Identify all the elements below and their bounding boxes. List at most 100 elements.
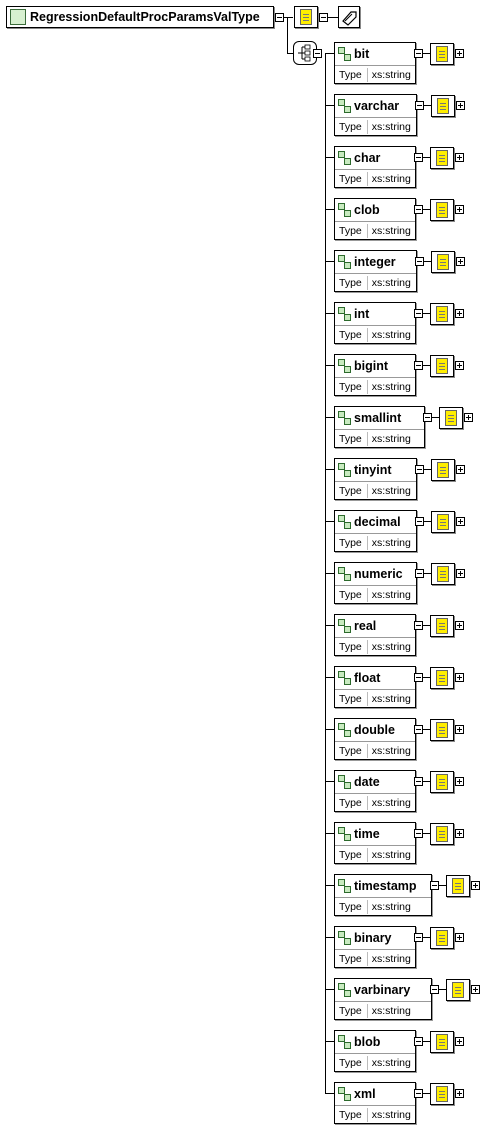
annotation-expand-toggle[interactable]	[455, 829, 464, 838]
annotation-expand-toggle[interactable]	[471, 881, 480, 890]
annotation-expand-toggle[interactable]	[455, 49, 464, 58]
element-box[interactable]: xml Type xs:string	[334, 1082, 416, 1124]
element-annotation-box[interactable]	[446, 875, 470, 897]
annotation-expand-toggle[interactable]	[455, 1089, 464, 1098]
element-annotation-box[interactable]	[430, 823, 454, 845]
annotation-icon	[436, 722, 448, 738]
root-collapse-toggle[interactable]	[275, 13, 284, 22]
element-annotation-box[interactable]	[446, 979, 470, 1001]
element-collapse-toggle[interactable]	[415, 465, 424, 474]
element-annotation-box[interactable]	[431, 563, 455, 585]
annotation-expand-toggle[interactable]	[456, 257, 465, 266]
annotation-expand-toggle[interactable]	[455, 1037, 464, 1046]
root-annotation-box[interactable]	[294, 6, 318, 28]
annotation-expand-toggle[interactable]	[455, 361, 464, 370]
element-annotation-box[interactable]	[430, 1083, 454, 1105]
root-type-box[interactable]: RegressionDefaultProcParamsValType	[6, 6, 274, 28]
element-box[interactable]: clob Type xs:string	[334, 198, 416, 240]
element-type-row: Type xs:string	[335, 846, 415, 864]
sequence-collapse-toggle[interactable]	[313, 49, 322, 58]
element-collapse-toggle[interactable]	[414, 153, 423, 162]
element-box[interactable]: bigint Type xs:string	[334, 354, 416, 396]
element-annotation-box[interactable]	[430, 147, 454, 169]
element-box[interactable]: binary Type xs:string	[334, 926, 416, 968]
element-box[interactable]: float Type xs:string	[334, 666, 416, 708]
element-box[interactable]: blob Type xs:string	[334, 1030, 416, 1072]
element-annotation-box[interactable]	[430, 303, 454, 325]
element-box[interactable]: varchar Type xs:string	[334, 94, 417, 136]
element-annotation-box[interactable]	[431, 459, 455, 481]
element-annotation-box[interactable]	[439, 407, 463, 429]
attributes-box[interactable]	[338, 6, 360, 28]
annotation-expand-toggle[interactable]	[456, 569, 465, 578]
element-box[interactable]: numeric Type xs:string	[334, 562, 417, 604]
annotation-expand-toggle[interactable]	[455, 933, 464, 942]
element-annotation-box[interactable]	[430, 719, 454, 741]
annotation-expand-toggle[interactable]	[455, 673, 464, 682]
element-collapse-toggle[interactable]	[414, 309, 423, 318]
element-type-row: Type xs:string	[335, 534, 416, 552]
element-box[interactable]: integer Type xs:string	[334, 250, 417, 292]
element-annotation-box[interactable]	[430, 43, 454, 65]
annotation-collapse-toggle[interactable]	[319, 13, 328, 22]
element-box[interactable]: timestamp Type xs:string	[334, 874, 432, 916]
element-collapse-toggle[interactable]	[423, 413, 432, 422]
type-label: Type	[335, 536, 368, 550]
element-annotation-box[interactable]	[430, 615, 454, 637]
element-annotation-box[interactable]	[430, 771, 454, 793]
annotation-expand-toggle[interactable]	[464, 413, 473, 422]
element-collapse-toggle[interactable]	[414, 933, 423, 942]
element-header: int	[335, 303, 415, 326]
element-collapse-toggle[interactable]	[414, 673, 423, 682]
element-box[interactable]: tinyint Type xs:string	[334, 458, 417, 500]
element-annotation-box[interactable]	[431, 95, 455, 117]
element-box[interactable]: date Type xs:string	[334, 770, 416, 812]
element-name: real	[354, 619, 377, 633]
element-collapse-toggle[interactable]	[430, 881, 439, 890]
element-box[interactable]: char Type xs:string	[334, 146, 416, 188]
element-collapse-toggle[interactable]	[430, 985, 439, 994]
annotation-expand-toggle[interactable]	[455, 725, 464, 734]
element-annotation-box[interactable]	[430, 1031, 454, 1053]
annotation-expand-toggle[interactable]	[455, 205, 464, 214]
element-icon	[338, 515, 351, 529]
element-collapse-toggle[interactable]	[414, 777, 423, 786]
type-value: xs:string	[371, 433, 411, 445]
element-box[interactable]: double Type xs:string	[334, 718, 416, 760]
element-collapse-toggle[interactable]	[415, 517, 424, 526]
element-box[interactable]: int Type xs:string	[334, 302, 416, 344]
element-annotation-box[interactable]	[430, 355, 454, 377]
annotation-expand-toggle[interactable]	[471, 985, 480, 994]
element-collapse-toggle[interactable]	[415, 257, 424, 266]
annotation-expand-toggle[interactable]	[456, 101, 465, 110]
annotation-icon	[437, 98, 449, 114]
element-collapse-toggle[interactable]	[415, 101, 424, 110]
element-collapse-toggle[interactable]	[415, 569, 424, 578]
element-annotation-box[interactable]	[430, 927, 454, 949]
element-annotation-box[interactable]	[431, 511, 455, 533]
annotation-expand-toggle[interactable]	[455, 777, 464, 786]
element-box[interactable]: smallint Type xs:string	[334, 406, 425, 448]
element-collapse-toggle[interactable]	[414, 1089, 423, 1098]
element-annotation-box[interactable]	[430, 199, 454, 221]
annotation-expand-toggle[interactable]	[455, 309, 464, 318]
annotation-icon	[437, 462, 449, 478]
element-annotation-box[interactable]	[430, 667, 454, 689]
element-collapse-toggle[interactable]	[414, 725, 423, 734]
element-box[interactable]: time Type xs:string	[334, 822, 416, 864]
annotation-expand-toggle[interactable]	[456, 465, 465, 474]
element-collapse-toggle[interactable]	[414, 1037, 423, 1046]
element-collapse-toggle[interactable]	[414, 829, 423, 838]
element-box[interactable]: varbinary Type xs:string	[334, 978, 432, 1020]
element-box[interactable]: decimal Type xs:string	[334, 510, 417, 552]
annotation-expand-toggle[interactable]	[455, 621, 464, 630]
element-box[interactable]: real Type xs:string	[334, 614, 416, 656]
annotation-expand-toggle[interactable]	[455, 153, 464, 162]
element-collapse-toggle[interactable]	[414, 361, 423, 370]
element-annotation-box[interactable]	[431, 251, 455, 273]
element-collapse-toggle[interactable]	[414, 205, 423, 214]
element-collapse-toggle[interactable]	[414, 49, 423, 58]
element-box[interactable]: bit Type xs:string	[334, 42, 416, 84]
element-collapse-toggle[interactable]	[414, 621, 423, 630]
annotation-expand-toggle[interactable]	[456, 517, 465, 526]
